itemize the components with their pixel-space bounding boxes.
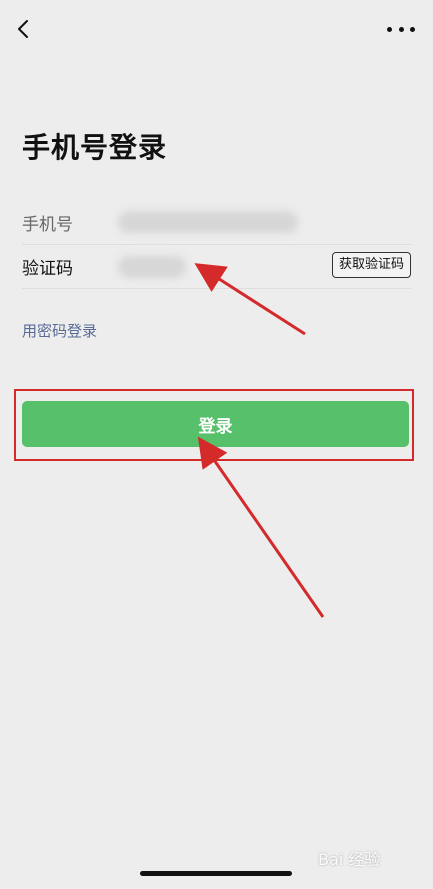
- dot: [410, 26, 415, 32]
- arrow-to-login-button: [197, 436, 325, 618]
- chevron-left-icon[interactable]: [12, 16, 38, 42]
- get-code-button[interactable]: 获取验证码: [331, 252, 411, 278]
- home-indicator: [140, 871, 292, 876]
- dot: [398, 26, 404, 32]
- phone-label: 手机号: [22, 215, 73, 235]
- top-bar: [0, 0, 433, 58]
- dot: [387, 26, 392, 32]
- login-button[interactable]: 登录: [22, 401, 409, 447]
- page-title: 手机号登录: [22, 131, 168, 164]
- phone-row: 手机号: [22, 200, 411, 245]
- code-row: 验证码 获取验证码: [22, 244, 411, 289]
- more-dots-icon[interactable]: [387, 18, 415, 40]
- password-login-link[interactable]: 用密码登录: [22, 320, 97, 341]
- code-label: 验证码: [22, 259, 73, 279]
- phone-input-blurred[interactable]: [118, 211, 298, 233]
- code-input-blurred[interactable]: [118, 256, 186, 278]
- watermark: Bai 经验: [318, 850, 381, 869]
